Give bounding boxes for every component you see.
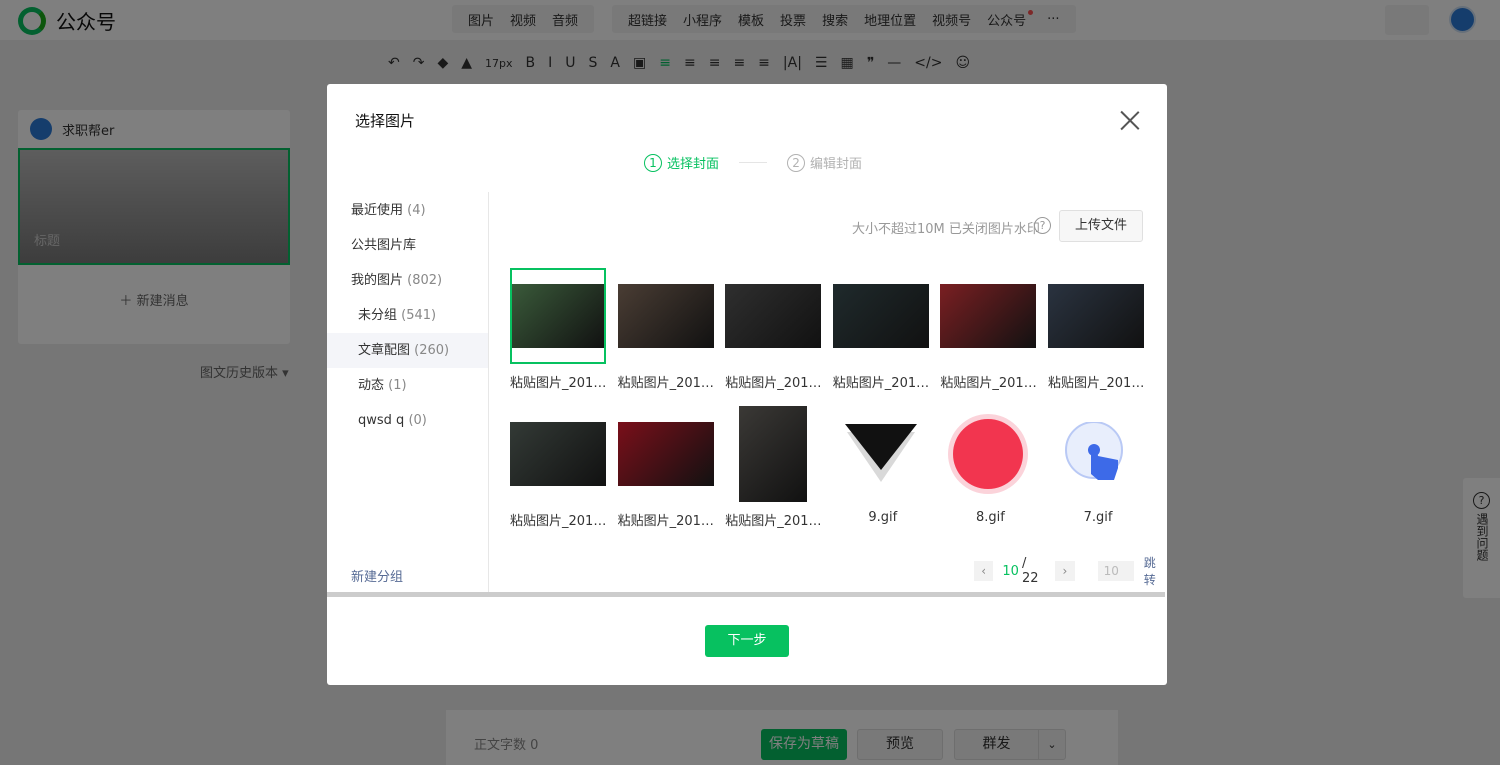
group-count: (802)	[407, 273, 443, 288]
upload-file-button[interactable]: 上传文件	[1059, 210, 1143, 242]
prev-page-icon[interactable]: ‹	[974, 561, 994, 581]
group-label: 文章配图	[358, 343, 411, 358]
group-count: (0)	[408, 413, 427, 428]
image-filename: 粘贴图片_2017…	[832, 376, 933, 391]
step-1-label: 选择封面	[667, 157, 720, 172]
image-thumbnail[interactable]	[510, 268, 606, 364]
image-filename: 粘贴图片_2017…	[940, 376, 1041, 391]
image-thumbnail[interactable]	[940, 406, 1036, 502]
group-label: 最近使用	[351, 203, 404, 218]
upload-hint: 大小不超过10M 已关闭图片水印	[852, 222, 1040, 237]
triangle-icon	[844, 424, 917, 482]
photo-preview	[510, 422, 606, 486]
image-filename: 8.gif	[975, 510, 1005, 525]
image-thumbnail[interactable]	[1048, 406, 1144, 502]
image-filename: 粘贴图片_2017…	[510, 376, 610, 391]
image-thumbnail[interactable]	[510, 406, 606, 502]
image-thumbnail[interactable]	[833, 406, 929, 502]
group-my-images[interactable]: 我的图片 (802)	[327, 263, 488, 298]
photo-preview	[940, 284, 1037, 348]
photo-preview	[739, 406, 808, 502]
group-label: 我的图片	[351, 273, 404, 288]
image-filename: 9.gif	[868, 510, 898, 525]
group-label: qwsd q	[358, 413, 405, 428]
page-jump-button[interactable]: 跳转	[1144, 554, 1167, 588]
image-thumbnail[interactable]	[617, 268, 714, 364]
horizontal-scrollbar[interactable]	[327, 592, 1165, 597]
group-public-library[interactable]: 公共图片库	[327, 228, 488, 263]
image-group-sidebar: 最近使用 (4) 公共图片库 我的图片 (802) 未分组 (541) 文章配图…	[327, 192, 489, 594]
group-count: (4)	[407, 203, 426, 218]
photo-preview	[617, 422, 714, 486]
new-group-link[interactable]: 新建分组	[351, 566, 403, 585]
step-2-number: 2	[787, 153, 806, 172]
image-filename: 粘贴图片_2017…	[617, 376, 718, 391]
image-filename: 粘贴图片_2017…	[725, 376, 826, 391]
group-qwsd[interactable]: qwsd q (0)	[327, 403, 488, 438]
image-filename: 粘贴图片_2017…	[1048, 376, 1148, 391]
image-thumbnail[interactable]	[832, 268, 929, 364]
group-label: 公共图片库	[351, 238, 417, 253]
total-pages: / 22	[1021, 556, 1039, 586]
page-jump-input[interactable]: 10	[1097, 561, 1134, 581]
group-label: 未分组	[358, 308, 398, 323]
image-thumbnail[interactable]	[1048, 268, 1144, 364]
photo-preview	[1048, 284, 1144, 348]
group-count: (1)	[388, 378, 407, 393]
help-circle-icon[interactable]: ?	[1034, 217, 1051, 234]
image-filename: 粘贴图片_2017…	[617, 514, 718, 529]
step-2-label: 编辑封面	[810, 157, 863, 172]
select-image-dialog: 选择图片 1 选择封面 2 编辑封面 最近使用 (4) 公共图片库 我的图片 (…	[327, 84, 1167, 685]
group-article-images[interactable]: 文章配图 (260)	[327, 333, 488, 368]
group-label: 动态	[358, 378, 385, 393]
pagination: ‹ 10 / 22 › 10 跳转	[974, 554, 1167, 588]
red-circle-icon	[948, 414, 1029, 494]
next-step-button[interactable]: 下一步	[705, 625, 789, 657]
step-indicator: 1 选择封面 2 编辑封面	[644, 153, 862, 172]
dialog-title: 选择图片	[355, 112, 416, 130]
photo-preview	[617, 284, 714, 348]
image-thumbnail[interactable]	[725, 268, 822, 364]
image-thumbnail[interactable]	[617, 406, 714, 502]
group-count: (541)	[401, 308, 437, 323]
group-ungrouped[interactable]: 未分组 (541)	[327, 298, 488, 333]
next-page-icon[interactable]: ›	[1055, 561, 1075, 581]
step-divider	[739, 162, 768, 163]
image-filename: 粘贴图片_2017…	[725, 514, 826, 529]
tap-hand-icon	[1065, 422, 1123, 480]
group-recent[interactable]: 最近使用 (4)	[327, 193, 488, 228]
photo-preview	[512, 284, 604, 348]
current-page: 10	[1002, 563, 1019, 579]
image-filename: 7.gif	[1083, 510, 1113, 525]
image-thumbnail[interactable]	[725, 406, 821, 502]
image-thumbnail[interactable]	[940, 268, 1037, 364]
step-1-number: 1	[644, 153, 662, 172]
photo-preview	[725, 284, 822, 348]
group-count: (260)	[414, 343, 450, 358]
photo-preview	[832, 284, 929, 348]
group-moments[interactable]: 动态 (1)	[327, 368, 488, 403]
image-filename: 粘贴图片_2017…	[510, 514, 610, 529]
close-icon[interactable]	[1120, 110, 1140, 130]
image-library: 大小不超过10M 已关闭图片水印 ? 上传文件 粘贴图片_2017… 粘贴图片_2…	[490, 192, 1167, 594]
